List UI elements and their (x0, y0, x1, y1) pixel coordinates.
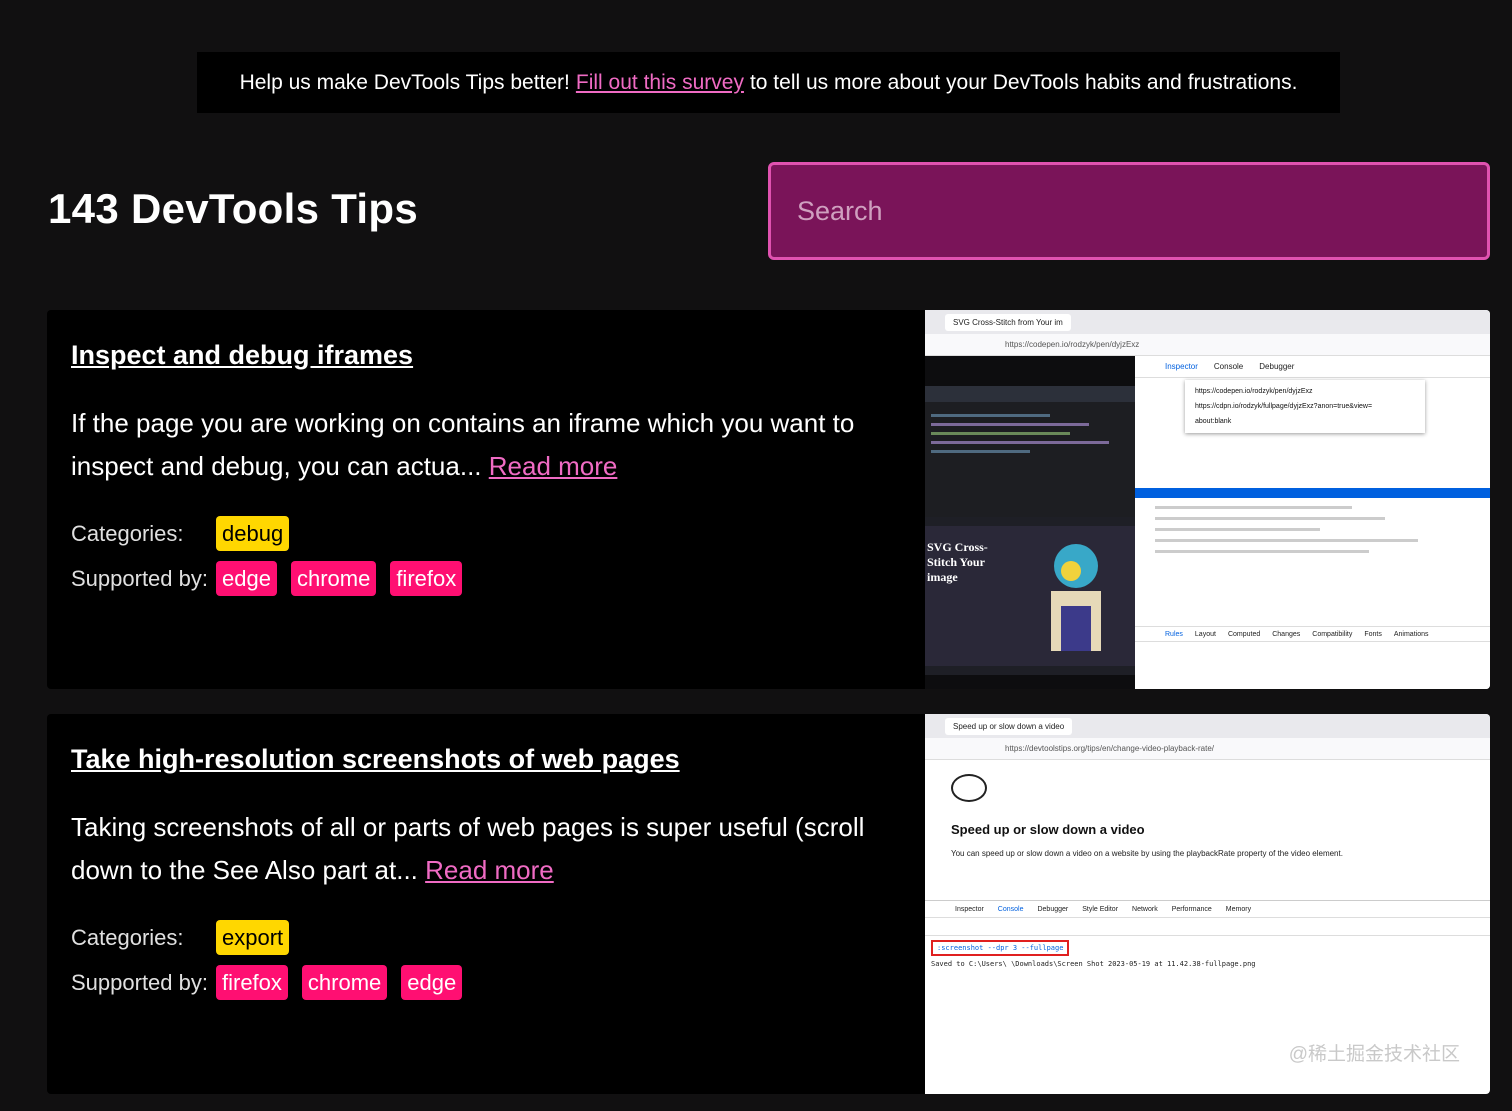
console-result: Saved to C:\Users\ \Downloads\Screen Sho… (931, 960, 1256, 968)
read-more-link[interactable]: Read more (489, 451, 618, 481)
screenshot-body: SVG Cross-Stitch Your image Inspector Co… (925, 356, 1490, 689)
console-output: :screenshot --dpr 3 --fullpage Saved to … (925, 936, 1490, 972)
page-title: 143 DevTools Tips (48, 185, 419, 232)
tip-screenshot: Speed up or slow down a video https://de… (925, 714, 1490, 1094)
cross-stitch-image (1051, 544, 1101, 651)
browser-tabbar: SVG Cross-Stitch from Your im (925, 310, 1490, 334)
read-more-link[interactable]: Read more (425, 855, 554, 885)
devtools-tab-debugger: Debugger (1259, 362, 1295, 371)
tip-description: Taking screenshots of all or parts of we… (71, 806, 901, 892)
devtools-tabs: Inspector Console Debugger (1135, 356, 1490, 378)
search-input[interactable] (768, 162, 1490, 260)
banner-text: Help us make DevTools Tips better! (239, 70, 570, 94)
browser-tag[interactable]: chrome (301, 965, 388, 1000)
categories-label: Categories: (71, 520, 184, 546)
categories-row: Categories: export (71, 920, 303, 955)
tip-description: If the page you are working on contains … (71, 402, 901, 488)
supported-by-label: Supported by: (71, 565, 208, 591)
browser-tag[interactable]: edge (401, 965, 463, 1000)
tip-title-link[interactable]: Inspect and debug iframes (71, 340, 413, 371)
devtools-tab-console: Console (1213, 362, 1244, 371)
devtools-tab-inspector: Inspector (1165, 362, 1198, 371)
browser-urlbar: https://devtoolstips.org/tips/en/change-… (925, 738, 1490, 760)
tip-card: Take high-resolution screenshots of web … (47, 714, 1490, 1094)
browsers-row: Supported by: edge chrome firefox (71, 561, 476, 596)
browser-tag[interactable]: edge (216, 561, 277, 596)
browser-tag[interactable]: chrome (290, 561, 377, 596)
tip-description-text: If the page you are working on contains … (71, 408, 855, 481)
browser-tab: Speed up or slow down a video (945, 717, 1073, 735)
iframe-menu-item: about:blank (1195, 418, 1232, 425)
browser-tag[interactable]: firefox (216, 965, 288, 1000)
tip-card: Inspect and debug iframes If the page yo… (47, 310, 1490, 689)
survey-link[interactable]: Fill out this survey (576, 71, 744, 95)
categories-label: Categories: (71, 924, 184, 950)
devtools-tips-logo (951, 774, 987, 802)
tip-screenshot: SVG Cross-Stitch from Your im https://co… (925, 310, 1490, 689)
browser-urlbar: https://codepen.io/rodzyk/pen/dyjzExz (925, 334, 1490, 356)
panel-tabs: Rules Layout Computed Changes Compatibil… (1135, 626, 1490, 642)
iframe-menu: https://codepen.io/rodzyk/pen/dyjzExz ht… (1185, 380, 1425, 433)
watermark: @稀土掘金技术社区 (1288, 1044, 1460, 1065)
console-command: :screenshot --dpr 3 --fullpage (931, 940, 1070, 956)
devtools-tabs: Inspector Console Debugger Style Editor … (925, 900, 1490, 918)
codepen-pane: SVG Cross-Stitch Your image (925, 356, 1135, 689)
browser-tag[interactable]: firefox (390, 561, 463, 596)
page-heading: Speed up or slow down a video (951, 822, 1145, 837)
banner-text-after: to tell us more about your DevTools habi… (749, 70, 1298, 94)
categories-row: Categories: debug (71, 516, 303, 551)
tip-title-link[interactable]: Take high-resolution screenshots of web … (71, 744, 680, 775)
page-content: Speed up or slow down a video You can sp… (925, 760, 1490, 900)
browser-tabbar: Speed up or slow down a video (925, 714, 1490, 738)
iframe-menu-item: https://cdpn.io/rodzyk/fullpage/dyjzExz?… (1195, 403, 1373, 410)
browsers-row: Supported by: firefox chrome edge (71, 965, 476, 1000)
page-body: You can speed up or slow down a video on… (951, 849, 1343, 858)
art-title: SVG Cross-Stitch Your image (927, 540, 988, 584)
iframe-menu-item: https://codepen.io/rodzyk/pen/dyjzExz (1195, 388, 1313, 395)
category-tag[interactable]: export (216, 920, 290, 955)
category-tag[interactable]: debug (216, 516, 290, 551)
devtools-pane: Inspector Console Debugger https://codep… (1135, 356, 1490, 689)
supported-by-label: Supported by: (71, 969, 208, 995)
survey-banner: Help us make DevTools Tips better! Fill … (197, 52, 1340, 113)
browser-tab: SVG Cross-Stitch from Your im (945, 313, 1071, 331)
